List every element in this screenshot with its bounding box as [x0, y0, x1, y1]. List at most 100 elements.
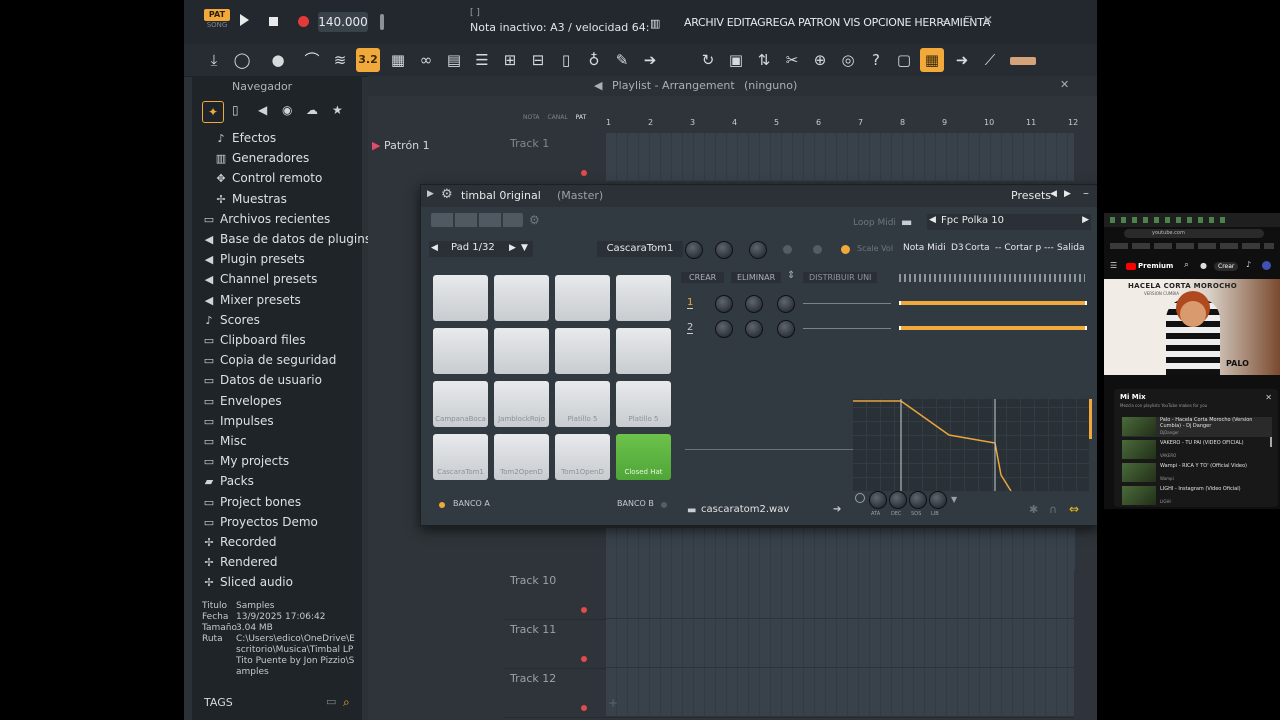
nav-item-plugin-presets[interactable]: ◀ Plugin presets [202, 249, 305, 269]
minimize-icon[interactable]: – [1083, 186, 1089, 200]
prev-icon[interactable]: ◀ [929, 215, 936, 225]
nav-item-archivos-recientes[interactable]: ▭ Archivos recientes [202, 209, 330, 229]
bell-icon[interactable]: ♪ [1246, 260, 1251, 269]
drum-pad[interactable] [555, 275, 610, 321]
star-icon[interactable]: ★ [332, 103, 343, 117]
step-display[interactable]: 3.2 [356, 48, 380, 72]
next-icon[interactable]: ▶ [509, 243, 516, 253]
drum-pad[interactable]: CampanaBoca [433, 381, 488, 427]
bank-b-button[interactable]: BANCO B [617, 499, 654, 508]
help-icon[interactable]: ? [864, 48, 888, 72]
drum-pad[interactable] [616, 328, 671, 374]
nav-item-clipboard-files[interactable]: ▭ Clipboard files [202, 330, 306, 350]
sample-filename[interactable]: cascaratom2.wav [701, 504, 789, 515]
dropdown-icon[interactable]: ▼ [951, 495, 957, 504]
search-icon[interactable]: ⌕ [1184, 260, 1189, 270]
nav-item-misc[interactable]: ▭ Misc [202, 431, 247, 451]
track-grid[interactable] [606, 133, 1074, 181]
plugin-icon[interactable]: ⊞ [498, 48, 522, 72]
close-icon[interactable]: ✕ [983, 13, 993, 27]
close-icon[interactable]: ✕ [1060, 78, 1069, 91]
nav-item-proyectos-demo[interactable]: ▭ Proyectos Demo [202, 512, 318, 532]
drum-pad[interactable]: Tom2OpenD [494, 434, 549, 480]
led-icon[interactable] [841, 245, 850, 254]
drum-pad[interactable] [616, 275, 671, 321]
tab-canal[interactable]: CANAL [547, 114, 567, 121]
record-dot[interactable] [581, 705, 587, 711]
pitch-slider-icon[interactable] [380, 14, 384, 30]
tab-pat[interactable]: PAT [576, 114, 587, 121]
nav-item-recorded[interactable]: ✢ Recorded [202, 532, 276, 552]
layer-knob[interactable] [745, 295, 763, 313]
nav-item-rendered[interactable]: ✢ Rendered [202, 552, 277, 572]
attack-knob[interactable] [869, 491, 887, 509]
drum-pad[interactable]: Platillo 5 [616, 381, 671, 427]
create-button[interactable]: CREAR [681, 272, 725, 283]
layer-knob[interactable] [745, 320, 763, 338]
globe-icon[interactable]: ◉ [282, 103, 292, 117]
plug-icon[interactable]: ♁ [582, 48, 606, 72]
tab-nota[interactable]: NOTA [523, 114, 540, 121]
drum-pad[interactable] [494, 275, 549, 321]
gear-icon[interactable]: ⚙ [441, 187, 453, 202]
headphone-icon[interactable]: ∩ [1049, 503, 1057, 516]
arrow-icon[interactable]: ➔ [833, 504, 841, 515]
download-icon[interactable]: ⤓ [202, 48, 226, 72]
file-icon[interactable]: ▯ [232, 103, 239, 117]
env-toggle[interactable] [855, 493, 865, 503]
swap-icon[interactable]: ⇔ [1069, 502, 1079, 516]
velocity-range-bar[interactable] [899, 301, 1087, 305]
prev-preset-icon[interactable]: ◀ [1050, 189, 1057, 199]
drum-pad[interactable] [433, 328, 488, 374]
nav-item-copia-de-seguridad[interactable]: ▭ Copia de seguridad [202, 350, 337, 370]
layer-row[interactable]: 1 [683, 295, 1089, 315]
track-row[interactable]: Track 10 [504, 570, 1074, 620]
browser-icon[interactable]: ▯ [554, 48, 578, 72]
mic-icon[interactable]: ● [1200, 261, 1207, 270]
envelope-editor[interactable] [853, 399, 1089, 491]
nav-item-control-remoto[interactable]: ✥ Control remoto [214, 168, 322, 188]
distribute-button[interactable]: DISTRIBUIR UNI [803, 272, 878, 283]
save-icon[interactable]: ▣ [724, 48, 748, 72]
address-bar[interactable]: youtube.com [1124, 229, 1264, 238]
drum-pad[interactable]: Tom1OpenD [555, 434, 610, 480]
nav-item-envelopes[interactable]: ▭ Envelopes [202, 391, 282, 411]
nav-item-base-de-datos-de-plugins[interactable]: ◀ Base de datos de plugins [202, 229, 371, 249]
volume-knob[interactable] [685, 241, 703, 259]
cloud-icon[interactable]: ☁ [306, 103, 318, 117]
video-player[interactable]: HACELA CORTA MOROCHO VERSION CUMBIA PALO [1104, 279, 1280, 375]
next-preset-icon[interactable]: ▶ [1064, 189, 1071, 199]
velocity-range-bar[interactable] [899, 326, 1087, 330]
track-grid[interactable] [606, 528, 1075, 570]
nota-midi-value[interactable]: D3 [951, 243, 964, 253]
bank-a-button[interactable]: BANCO A [453, 499, 490, 508]
nav-item-mixer-presets[interactable]: ◀ Mixer presets [202, 290, 301, 310]
scroll-bar[interactable] [1089, 399, 1092, 439]
layer-row[interactable]: 2 [683, 320, 1089, 340]
dropdown-icon[interactable]: ▼ [521, 243, 528, 253]
folder-icon[interactable]: ▬ [687, 505, 696, 516]
nav-item-project-bones[interactable]: ▭ Project bones [202, 492, 301, 512]
drum-pad[interactable] [555, 328, 610, 374]
mix-list-item[interactable]: LIGHI - Instagram (Video Oficial) LIGHI [1122, 486, 1272, 506]
pan-knob[interactable] [715, 241, 733, 259]
mix-list-item[interactable]: Palo - Hacela Corta Morocho (Version Cum… [1122, 417, 1272, 437]
led-icon[interactable] [783, 245, 792, 254]
sustain-knob[interactable] [909, 491, 927, 509]
decay-knob[interactable] [889, 491, 907, 509]
piano-roll-icon[interactable]: ▦ [386, 48, 410, 72]
preset-selector[interactable]: ◀ Fpc Polka 10 ▶ [927, 214, 1091, 230]
nav-item-efectos[interactable]: ♪ Efectos [214, 128, 276, 148]
brush-icon[interactable]: ✎ [610, 48, 634, 72]
track-row[interactable]: Track 11 [504, 619, 1074, 669]
drum-pad[interactable]: Platillo 5 [555, 381, 610, 427]
layer-knob[interactable] [715, 320, 733, 338]
avatar[interactable] [1262, 261, 1271, 270]
folder-icon[interactable]: ▬ [901, 215, 912, 229]
drum-pad[interactable]: CascaraTom1 [433, 434, 488, 480]
layer-knob[interactable] [777, 320, 795, 338]
track-row[interactable]: Track 1 [504, 133, 1074, 181]
delete-button[interactable]: ELIMINAR [731, 272, 782, 283]
cut-icon[interactable]: ✂ [780, 48, 804, 72]
next-icon[interactable]: ▶ [1082, 215, 1089, 225]
